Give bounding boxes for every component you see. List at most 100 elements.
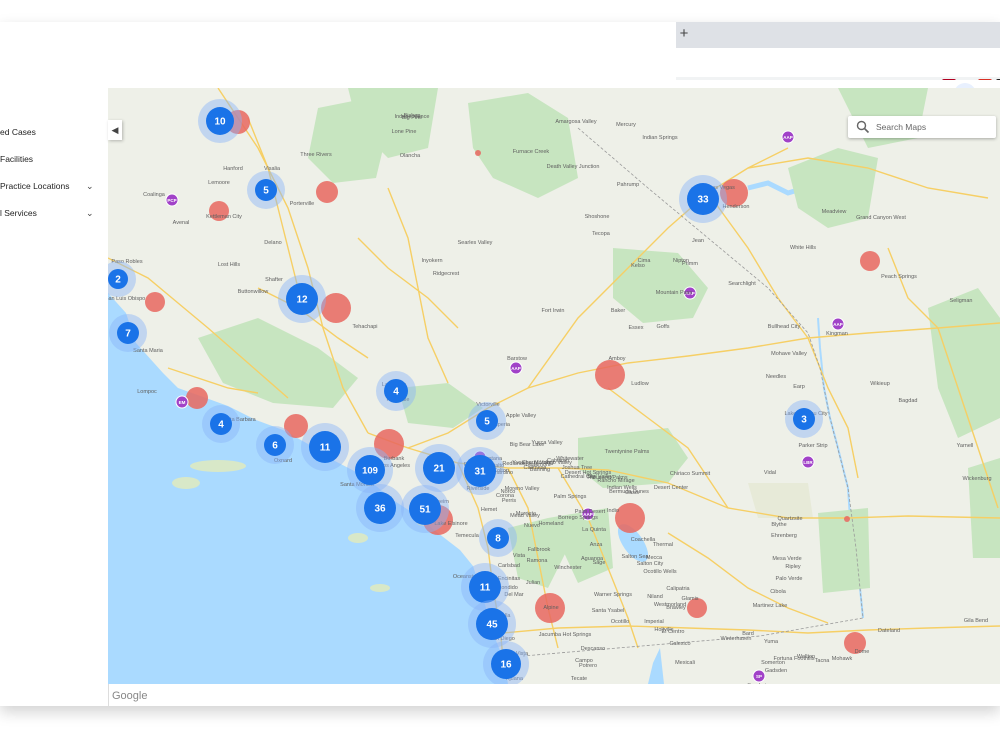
case-marker[interactable] bbox=[186, 387, 208, 409]
poi-badge[interactable]: AAP bbox=[831, 317, 845, 331]
map-svg: PCPAAPAAPAAPAAPEMLBRAAPSPAAP HanfordVisa… bbox=[108, 88, 1000, 684]
place-label: Wellton bbox=[797, 654, 815, 660]
cluster-marker[interactable]: 45 bbox=[468, 600, 516, 648]
case-marker[interactable] bbox=[615, 503, 645, 533]
cluster-marker[interactable]: 5 bbox=[247, 171, 285, 209]
cluster-marker[interactable]: 11 bbox=[301, 423, 349, 471]
cluster-marker[interactable]: 4 bbox=[376, 371, 416, 411]
case-marker[interactable] bbox=[316, 181, 338, 203]
place-label: Indian Springs bbox=[642, 135, 677, 141]
place-label: Calipatria bbox=[666, 586, 690, 592]
sidebar-item-label: Facilities bbox=[0, 154, 34, 164]
new-tab-button[interactable]: + bbox=[677, 26, 691, 42]
cluster-marker[interactable]: 31 bbox=[456, 447, 504, 495]
cluster-count: 11 bbox=[320, 443, 331, 454]
place-label: Inyokern bbox=[421, 258, 442, 264]
poi-badge[interactable]: LBR bbox=[801, 455, 815, 469]
place-label: Shoshone bbox=[585, 214, 610, 220]
poi-badge-text: LBR bbox=[803, 460, 813, 465]
cluster-count: 2 bbox=[115, 275, 121, 286]
poi-badge[interactable]: AAP bbox=[781, 130, 795, 144]
poi-badge[interactable]: EM bbox=[175, 395, 189, 409]
cluster-marker[interactable]: 4 bbox=[202, 405, 240, 443]
park-mojave bbox=[613, 248, 708, 323]
cluster-marker[interactable]: 21 bbox=[415, 444, 463, 492]
cluster-marker[interactable]: 33 bbox=[679, 175, 727, 223]
cluster-marker[interactable]: 6 bbox=[256, 426, 294, 464]
case-marker[interactable] bbox=[860, 251, 880, 271]
place-label: San Luis bbox=[747, 683, 769, 684]
place-label: Meadview bbox=[822, 209, 847, 215]
place-label: Indio bbox=[607, 508, 619, 514]
cluster-marker[interactable]: 36 bbox=[356, 484, 404, 532]
place-label: Mountain Pass bbox=[656, 290, 693, 296]
place-label: Amboy bbox=[608, 356, 625, 362]
case-marker[interactable] bbox=[475, 150, 481, 156]
place-label: Julian bbox=[526, 580, 540, 586]
place-label: Essex bbox=[629, 325, 644, 331]
place-label: Westmorland bbox=[654, 602, 686, 608]
place-label: Homeland bbox=[538, 521, 563, 527]
place-label: Nuevo bbox=[524, 523, 540, 529]
place-label: Ripley bbox=[785, 564, 801, 570]
place-label: Temecula bbox=[455, 533, 479, 539]
place-label: Goffs bbox=[656, 324, 669, 330]
sidebar-item-services[interactable]: l Services ⌄ bbox=[0, 203, 108, 223]
case-marker[interactable] bbox=[595, 360, 625, 390]
place-label: Delano bbox=[264, 240, 281, 246]
sidebar-item-cases[interactable]: ed Cases bbox=[0, 122, 108, 142]
search-icon bbox=[856, 120, 870, 134]
cluster-marker[interactable]: 51 bbox=[401, 485, 449, 533]
place-label: Pahrump bbox=[617, 182, 639, 188]
sidebar-item-practice-locations[interactable]: Practice Locations ⌄ bbox=[0, 176, 108, 196]
place-label: Carlsbad bbox=[498, 563, 520, 569]
place-label: Tecate bbox=[571, 676, 587, 682]
place-label: Vista bbox=[513, 553, 526, 559]
map-canvas[interactable]: PCPAAPAAPAAPAAPEMLBRAAPSPAAP HanfordVisa… bbox=[108, 88, 1000, 684]
place-label: Fort Irwin bbox=[542, 308, 565, 314]
map-search-box[interactable] bbox=[848, 116, 996, 138]
place-label: Salton City bbox=[637, 561, 664, 567]
sidebar-item-label: l Services bbox=[0, 208, 37, 218]
sidebar-collapse-button[interactable]: ◀ bbox=[108, 120, 122, 140]
place-label: Palo Verde bbox=[776, 576, 803, 582]
cluster-count: 16 bbox=[500, 660, 512, 671]
cluster-count: 4 bbox=[393, 387, 399, 398]
cluster-marker[interactable]: 12 bbox=[278, 275, 326, 323]
poi-badge[interactable]: SP bbox=[752, 669, 766, 683]
place-label: Holtville bbox=[654, 627, 673, 633]
cluster-count: 31 bbox=[474, 467, 486, 478]
screenshot-stage: + ◉ ☆ ■ ▦ b ed Cases Facilities Practice… bbox=[0, 0, 1000, 750]
case-marker[interactable] bbox=[145, 292, 165, 312]
park-kofa bbox=[818, 508, 870, 593]
place-label: Lone Pine bbox=[392, 129, 417, 135]
place-label: Ramona bbox=[527, 558, 549, 564]
poi-badge[interactable]: PCP bbox=[165, 193, 179, 207]
place-label: Anza bbox=[590, 542, 603, 548]
place-label: Whitewater bbox=[556, 456, 584, 462]
case-marker[interactable] bbox=[844, 516, 850, 522]
place-label: Somerton bbox=[761, 660, 785, 666]
place-label: Tehachapi bbox=[352, 324, 377, 330]
cluster-marker[interactable]: 2 bbox=[108, 261, 136, 297]
cluster-marker[interactable]: 5 bbox=[468, 402, 506, 440]
poi-badge-text: SP bbox=[756, 674, 762, 679]
poi-badge-text: AAP bbox=[833, 322, 843, 327]
place-label: Yuma bbox=[764, 639, 779, 645]
cluster-count: 6 bbox=[272, 441, 278, 452]
place-label: Niland bbox=[647, 594, 663, 600]
cluster-marker[interactable]: 8 bbox=[479, 519, 517, 557]
place-label: Gila Bend bbox=[964, 618, 988, 624]
cluster-marker[interactable]: 10 bbox=[198, 99, 242, 143]
place-label: Winchester bbox=[554, 565, 582, 571]
poi-badge[interactable]: AAP bbox=[509, 361, 523, 375]
search-input[interactable] bbox=[876, 119, 988, 135]
cluster-marker[interactable]: 3 bbox=[785, 400, 823, 438]
cluster-count: 3 bbox=[801, 415, 807, 426]
place-label: Tecopa bbox=[592, 231, 611, 237]
sidebar-item-facilities[interactable]: Facilities bbox=[0, 149, 108, 169]
place-label: Lost Hills bbox=[218, 262, 241, 268]
island bbox=[190, 460, 246, 472]
chevron-left-icon: ◀ bbox=[111, 125, 119, 135]
cluster-marker[interactable]: 7 bbox=[109, 314, 147, 352]
